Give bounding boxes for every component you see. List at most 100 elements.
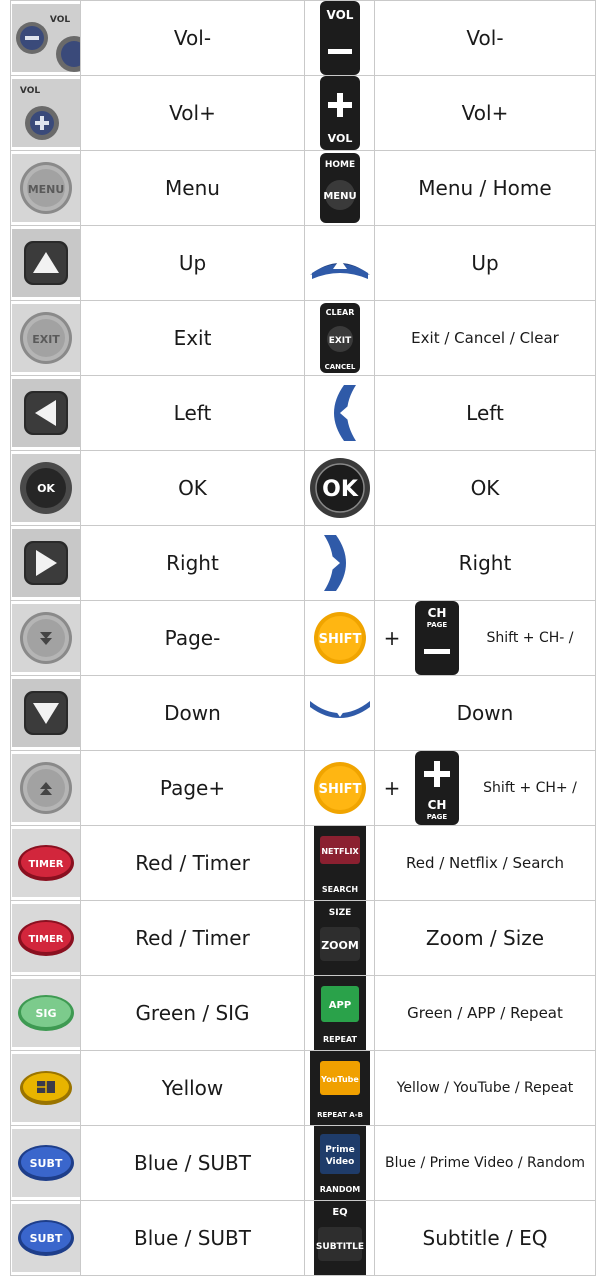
cell-label-left: Menu bbox=[80, 150, 305, 226]
icon-text: EXIT bbox=[32, 333, 60, 346]
page-plus-round-icon bbox=[11, 751, 80, 825]
icon-text: CH bbox=[428, 798, 447, 812]
up-square-icon bbox=[11, 226, 80, 300]
icon-text: VOL bbox=[327, 132, 352, 145]
cell-label-right: Left bbox=[374, 375, 596, 451]
table-row: OK OK OK OK bbox=[10, 450, 596, 526]
app-repeat-icon: APP REPEAT bbox=[305, 976, 374, 1050]
cell-label-left: Right bbox=[80, 525, 305, 601]
cell-combo-right: + CH PAGE Shift + CH+ / bbox=[374, 750, 596, 826]
table-row: Right Right bbox=[10, 525, 596, 601]
cell-label-right: Up bbox=[374, 225, 596, 301]
cell-icon-left: MENU bbox=[10, 150, 81, 226]
icon-text: SIG bbox=[35, 1007, 56, 1020]
cell-label-left: Up bbox=[80, 225, 305, 301]
up-arc-icon bbox=[305, 226, 374, 300]
down-square-icon bbox=[11, 676, 80, 750]
cell-icon-left: OK bbox=[10, 450, 81, 526]
shift-combo: + CH PAGE Shift + CH- / bbox=[375, 601, 595, 675]
cell-icon-left: SUBT bbox=[10, 1200, 81, 1276]
zoom-size-icon: SIZE ZOOM bbox=[305, 901, 374, 975]
table-row: SIG Green / SIG APP REPEAT Green / APP / Rep… bbox=[10, 975, 596, 1051]
icon-text: RANDOM bbox=[319, 1185, 359, 1194]
icon-text: VOL bbox=[326, 8, 353, 22]
table-row: Page+ SHIFT + CH PAGE Shift + CH+ / bbox=[10, 750, 596, 826]
left-square-icon bbox=[11, 376, 80, 450]
cell-icon-right: YouTube REPEAT A-B bbox=[304, 1050, 375, 1126]
icon-text: OK bbox=[37, 482, 55, 495]
table-row: SUBT Blue / SUBT Prime Video RANDOM Blue / Pr… bbox=[10, 1125, 596, 1201]
cell-label-right: Menu / Home bbox=[374, 150, 596, 226]
exit-round-icon: EXIT bbox=[11, 301, 80, 375]
icon-text: YouTube bbox=[320, 1075, 359, 1084]
cell-label-right: Blue / Prime Video / Random bbox=[374, 1125, 596, 1201]
cell-label-right: Down bbox=[374, 675, 596, 751]
sig-green-icon: SIG bbox=[11, 976, 80, 1050]
cell-label-right: Vol+ bbox=[374, 75, 596, 151]
cell-label-left: Left bbox=[80, 375, 305, 451]
icon-text: OK bbox=[322, 477, 359, 502]
right-square-icon bbox=[11, 526, 80, 600]
icon-text: SHIFT bbox=[318, 632, 361, 647]
vol-minus-rocker-icon: VOL bbox=[305, 1, 374, 75]
icon-text: EQ bbox=[332, 1207, 347, 1218]
icon-text: SHIFT bbox=[318, 782, 361, 797]
table-row: Left Left bbox=[10, 375, 596, 451]
icon-text: SUBT bbox=[29, 1232, 62, 1245]
cell-icon-left: TIMER bbox=[10, 900, 81, 976]
cell-icon-left: TIMER bbox=[10, 825, 81, 901]
icon-text: APP bbox=[328, 1000, 350, 1011]
cell-icon-left: VOL bbox=[10, 0, 81, 76]
icon-text: VOL bbox=[19, 86, 39, 96]
shift-icon: SHIFT bbox=[305, 751, 374, 825]
icon-text: MENU bbox=[27, 183, 64, 196]
icon-text: NETFLIX bbox=[321, 847, 359, 856]
cell-icon-left: VOL bbox=[10, 75, 81, 151]
ok-round-icon: OK bbox=[11, 451, 80, 525]
right-arc-icon bbox=[305, 526, 374, 600]
cell-label-right: Exit / Cancel / Clear bbox=[374, 300, 596, 376]
cell-label-left: Page+ bbox=[80, 750, 305, 826]
cell-icon-right bbox=[304, 675, 375, 751]
cell-label-right: Right bbox=[374, 525, 596, 601]
table-row: TIMER Red / Timer SIZE ZOOM Zoom / Size bbox=[10, 900, 596, 976]
subt-blue-icon: SUBT bbox=[11, 1201, 80, 1275]
exit-clear-cancel-icon: CLEAR EXIT CANCEL bbox=[305, 301, 374, 375]
menu-home-icon: HOME MENU bbox=[305, 151, 374, 225]
cell-icon-left: SUBT bbox=[10, 1125, 81, 1201]
table-row: Down Down bbox=[10, 675, 596, 751]
cell-label-right: Vol- bbox=[374, 0, 596, 76]
cell-icon-right: OK bbox=[304, 450, 375, 526]
yellow-button-icon bbox=[11, 1051, 80, 1125]
cell-icon-left: SIG bbox=[10, 975, 81, 1051]
cell-icon-right: APP REPEAT bbox=[304, 975, 375, 1051]
combo-label: Shift + CH- / bbox=[486, 629, 574, 646]
page-minus-round-icon bbox=[11, 601, 80, 675]
icon-text: REPEAT bbox=[323, 1035, 358, 1044]
cell-label-left: Blue / SUBT bbox=[80, 1125, 305, 1201]
cell-icon-left bbox=[10, 525, 81, 601]
cell-label-left: Green / SIG bbox=[80, 975, 305, 1051]
shift-icon: SHIFT bbox=[305, 601, 374, 675]
cell-label-right: Green / APP / Repeat bbox=[374, 975, 596, 1051]
table-row: MENU Menu HOME MENU Menu / Home bbox=[10, 150, 596, 226]
icon-text: Prime bbox=[325, 1145, 355, 1155]
left-arc-icon bbox=[305, 376, 374, 450]
cell-label-left: Exit bbox=[80, 300, 305, 376]
table-row: EXIT Exit CLEAR EXIT CANCEL Exit / Cancel / C… bbox=[10, 300, 596, 376]
cell-icon-left bbox=[10, 750, 81, 826]
prime-video-random-icon: Prime Video RANDOM bbox=[305, 1126, 374, 1200]
table-body: VOL Vol- VOL Vol- VOL Vol+ VOL Vol+ MENU Menu HOME… bbox=[10, 0, 596, 1276]
icon-text: VOL bbox=[49, 15, 69, 25]
cell-label-right: Zoom / Size bbox=[374, 900, 596, 976]
table-row: VOL Vol+ VOL Vol+ bbox=[10, 75, 596, 151]
vol-plus-round-icon: VOL bbox=[11, 76, 80, 150]
cell-icon-left bbox=[10, 225, 81, 301]
timer-red-icon: TIMER bbox=[11, 901, 80, 975]
cell-combo-right: + CH PAGE Shift + CH- / bbox=[374, 600, 596, 676]
cell-label-left: Blue / SUBT bbox=[80, 1200, 305, 1276]
cell-icon-right: NETFLIX SEARCH bbox=[304, 825, 375, 901]
icon-text: HOME bbox=[324, 160, 354, 170]
youtube-repeat-ab-icon: YouTube REPEAT A-B bbox=[305, 1051, 374, 1125]
cell-label-left: Yellow bbox=[80, 1050, 305, 1126]
